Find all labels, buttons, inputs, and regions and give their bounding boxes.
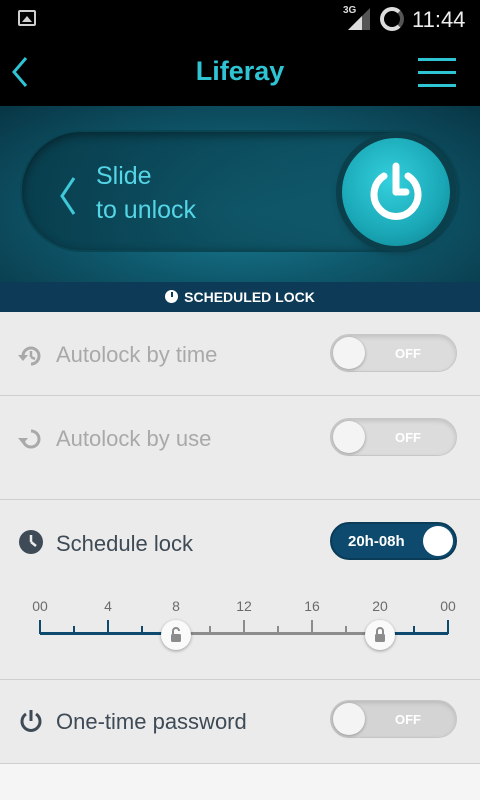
unlocked-range	[176, 632, 380, 635]
clock-icon	[165, 290, 179, 303]
toggle-knob	[333, 703, 365, 735]
lock-time-handle[interactable]	[365, 620, 395, 650]
schedule-lock-label: Schedule lock	[56, 531, 193, 556]
lock-icon	[375, 627, 385, 642]
slide-label: Slide	[96, 162, 152, 190]
power-icon	[20, 710, 42, 732]
autolock-by-use-row: Autolock by use OFF	[0, 396, 480, 500]
timeline-tick-label: 16	[304, 598, 320, 614]
autolock-by-use-label: Autolock by use	[56, 426, 212, 451]
hamburger-menu-icon[interactable]	[418, 56, 456, 88]
signal-icon	[348, 8, 370, 30]
autolock-by-use-toggle[interactable]: OFF	[330, 418, 457, 456]
chevron-left-icon	[60, 177, 76, 215]
unlock-label: to unlock	[96, 196, 197, 224]
unlock-icon	[171, 627, 181, 642]
schedule-lock-toggle[interactable]: 20h-08h	[330, 522, 457, 560]
toggle-state: 20h-08h	[348, 533, 405, 550]
timeline-tick-label: 00	[440, 598, 456, 614]
toggle-state: OFF	[395, 712, 421, 727]
toggle-knob	[423, 526, 453, 556]
schedule-lock-row: Schedule lock 20h-08h	[0, 500, 480, 680]
sync-icon	[380, 7, 404, 31]
autolock-by-time-row: Autolock by time OFF	[0, 312, 480, 396]
timeline-tick-label: 20	[372, 598, 388, 614]
app-bar: Liferay	[0, 38, 480, 106]
one-time-password-toggle[interactable]: OFF	[330, 700, 457, 738]
timeline-tick-label: 00	[32, 598, 48, 614]
timeline-tick-label: 8	[172, 598, 180, 614]
unlock-time-handle[interactable]	[161, 620, 191, 650]
slide-to-unlock[interactable]: Slide to unlock	[20, 130, 460, 252]
clock-time: 11:44	[412, 7, 466, 32]
status-bar: 3G 11:44	[0, 0, 480, 38]
history-icon	[18, 346, 41, 366]
one-time-password-row: One-time password OFF	[0, 680, 480, 764]
gallery-icon	[18, 10, 36, 26]
unlock-panel: Slide to unlock	[0, 106, 480, 282]
app-title: Liferay	[195, 56, 285, 86]
toggle-state: OFF	[395, 430, 421, 445]
toggle-knob	[333, 421, 365, 453]
timeline-tick-label: 12	[236, 598, 252, 614]
timeline-tick-label: 4	[104, 598, 112, 614]
unlock-knob[interactable]	[342, 138, 450, 246]
clock-icon	[19, 530, 43, 554]
toggle-knob	[333, 337, 365, 369]
bottom-edge	[0, 764, 480, 800]
locked-range-early	[40, 632, 176, 635]
autolock-by-time-toggle[interactable]: OFF	[330, 334, 457, 372]
autolock-by-time-label: Autolock by time	[56, 342, 218, 367]
section-header: SCHEDULED LOCK	[0, 282, 480, 312]
refresh-icon	[18, 429, 41, 449]
one-time-password-label: One-time password	[56, 709, 247, 734]
toggle-state: OFF	[395, 346, 421, 361]
power-icon	[370, 162, 422, 220]
section-header-label: SCHEDULED LOCK	[184, 289, 315, 305]
